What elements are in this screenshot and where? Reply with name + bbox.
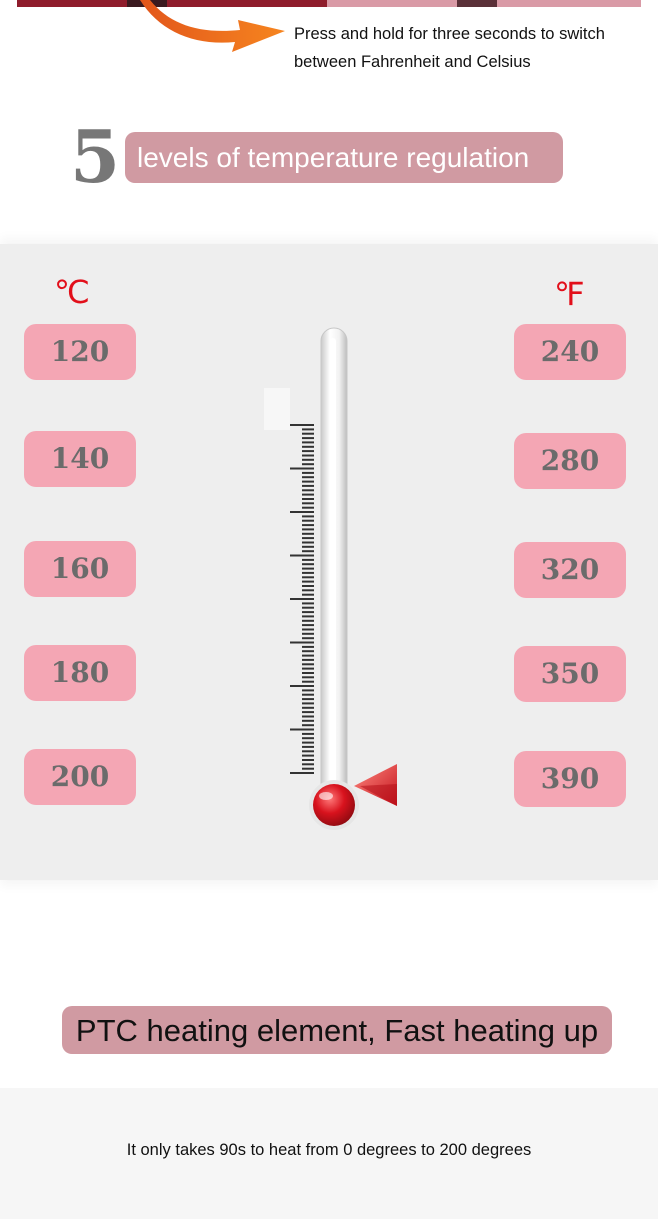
ptc-heating-heading: PTC heating element, Fast heating up bbox=[62, 1006, 612, 1054]
thermometer-icon bbox=[264, 327, 397, 830]
heating-time-description: It only takes 90s to heat from 0 degrees… bbox=[126, 1141, 532, 1159]
